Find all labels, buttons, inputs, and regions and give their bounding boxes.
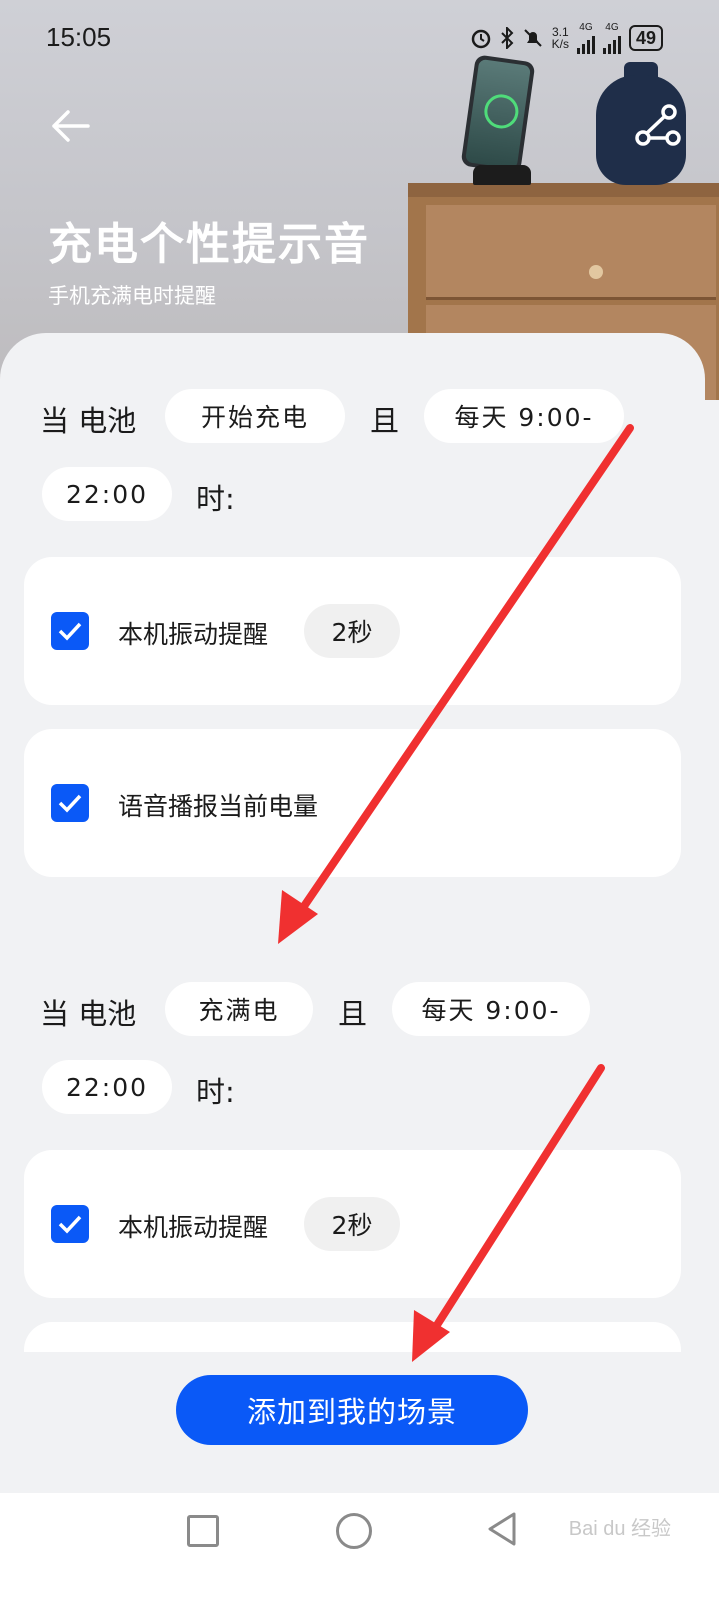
page-title: 充电个性提示音 bbox=[48, 219, 370, 270]
rule-1-event-chip[interactable]: 开始充电 bbox=[165, 389, 345, 443]
rule-2-suffix: 时: bbox=[196, 1075, 235, 1109]
rule-1-time-chip-cont[interactable]: 22:00 bbox=[42, 467, 172, 521]
rule-1-action-vibrate: 本机振动提醒 2秒 bbox=[24, 557, 681, 705]
battery-level: 49 bbox=[628, 25, 663, 51]
checkbox-checked-icon[interactable] bbox=[51, 612, 89, 650]
rule-2-action-partial bbox=[24, 1322, 681, 1352]
rule-1-suffix: 时: bbox=[196, 482, 235, 516]
signal-1: 4G bbox=[576, 22, 595, 54]
page-subtitle: 手机充满电时提醒 bbox=[48, 284, 216, 308]
back-arrow-icon[interactable] bbox=[48, 104, 92, 148]
alarm-icon bbox=[471, 29, 490, 49]
nav-back-icon[interactable] bbox=[486, 1511, 518, 1547]
rule-2-prefix: 当 电池 bbox=[40, 997, 137, 1031]
nav-recents-icon[interactable] bbox=[187, 1515, 219, 1547]
share-icon[interactable] bbox=[633, 102, 683, 152]
action-label: 本机振动提醒 bbox=[118, 620, 269, 649]
status-bar: 15:05 3.1 K/s 4G 4G 49 bbox=[0, 0, 719, 74]
action-label: 本机振动提醒 bbox=[118, 1213, 269, 1242]
signal-2: 4G bbox=[602, 22, 621, 54]
rule-2-conjunction: 且 bbox=[338, 997, 368, 1031]
rule-1-conjunction: 且 bbox=[370, 404, 400, 438]
rule-2-time-chip[interactable]: 每天 9:00- bbox=[392, 982, 590, 1036]
watermark: Bai du 经验 bbox=[568, 1518, 671, 1540]
action-label: 语音播报当前电量 bbox=[118, 792, 319, 821]
checkbox-checked-icon[interactable] bbox=[51, 1205, 89, 1243]
mute-icon bbox=[523, 29, 542, 47]
duration-chip[interactable]: 2秒 bbox=[304, 1197, 400, 1251]
checkbox-checked-icon[interactable] bbox=[51, 784, 89, 822]
system-nav-bar bbox=[0, 1493, 719, 1600]
bluetooth-icon bbox=[500, 27, 514, 49]
status-time: 15:05 bbox=[46, 22, 112, 52]
rule-1-prefix: 当 电池 bbox=[40, 404, 137, 438]
rule-2-event-chip[interactable]: 充满电 bbox=[165, 982, 313, 1036]
nav-home-icon[interactable] bbox=[336, 1513, 372, 1549]
duration-chip[interactable]: 2秒 bbox=[304, 604, 400, 658]
add-to-my-scenes-button[interactable]: 添加到我的场景 bbox=[176, 1375, 528, 1445]
rule-2-time-chip-cont[interactable]: 22:00 bbox=[42, 1060, 172, 1114]
net-speed: 3.1 K/s bbox=[551, 25, 569, 51]
rule-2-action-vibrate: 本机振动提醒 2秒 bbox=[24, 1150, 681, 1298]
charging-stand-image bbox=[473, 165, 531, 185]
rule-1-time-chip[interactable]: 每天 9:00- bbox=[424, 389, 624, 443]
rule-1-action-voice: 语音播报当前电量 bbox=[24, 729, 681, 877]
